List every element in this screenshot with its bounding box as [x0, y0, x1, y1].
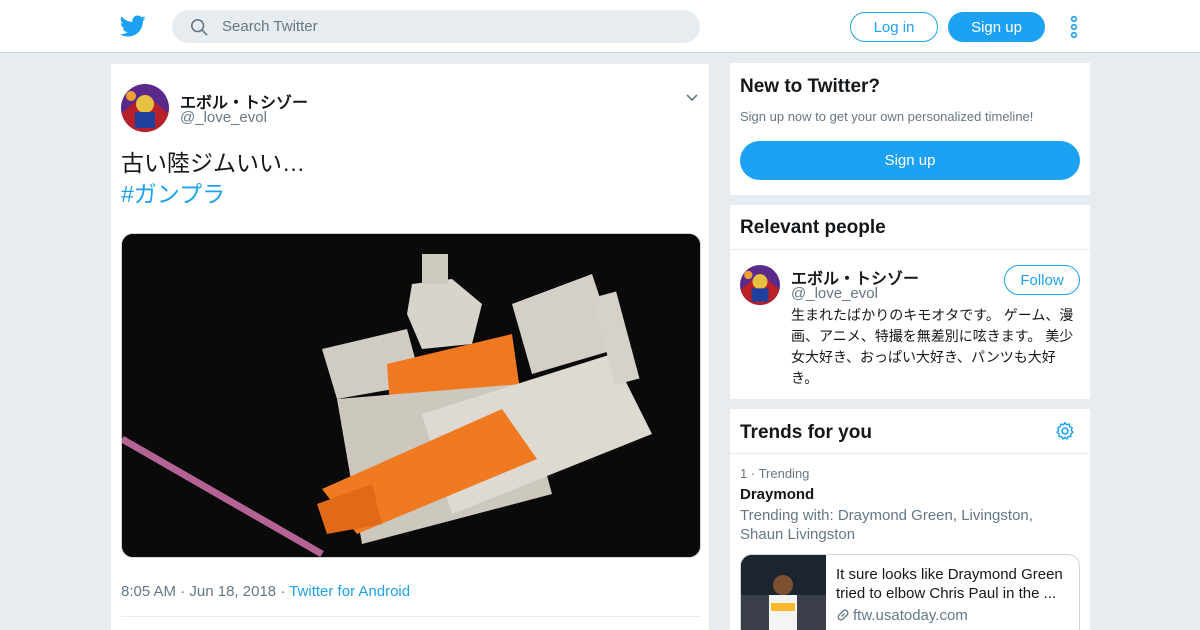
meta-separator: ·	[280, 583, 290, 600]
divider	[121, 616, 701, 617]
tweet-time[interactable]: 8:05 AM	[121, 583, 176, 600]
tweet-card: エボル・トシゾー @_love_evol 古い陸ジムいい… #ガンプラ 8:05…	[110, 63, 710, 630]
new-to-twitter-card: New to Twitter? Sign up now to get your …	[730, 63, 1090, 195]
person-bio: 生まれたばかりのキモオタです。 ゲーム、漫画、アニメ、特撮を無差別に呟きます。 …	[791, 307, 1074, 386]
tweet-photo[interactable]	[121, 233, 701, 558]
gear-icon[interactable]	[1055, 421, 1075, 441]
trend-meta: 1 · Trending	[740, 466, 809, 481]
tweet-meta: 8:05 AM · Jun 18, 2018 · Twitter for And…	[121, 583, 410, 600]
author-avatar[interactable]	[121, 84, 169, 132]
hashtag-link[interactable]: #ガンプラ	[121, 179, 305, 210]
link-icon	[837, 609, 849, 621]
news-domain-text: ftw.usatoday.com	[853, 607, 968, 624]
tweet-source-link[interactable]: Twitter for Android	[289, 583, 410, 600]
top-bar: Log in Sign up	[0, 0, 1200, 53]
card-title: Trends for you	[740, 422, 872, 443]
signup-button[interactable]: Sign up	[948, 12, 1045, 42]
signup-large-button[interactable]: Sign up	[740, 141, 1080, 180]
follow-button[interactable]: Follow	[1004, 265, 1080, 295]
chevron-down-icon[interactable]	[685, 91, 699, 105]
meta-separator: ·	[750, 466, 759, 481]
tweet-body: 古い陸ジムいい…	[121, 150, 305, 176]
trend-rank: 1	[740, 466, 748, 481]
tweet-date[interactable]: Jun 18, 2018	[189, 583, 276, 600]
search-icon	[190, 18, 208, 36]
login-button[interactable]: Log in	[850, 12, 938, 42]
tweet-text: 古い陸ジムいい… #ガンプラ	[121, 148, 305, 210]
more-options-icon[interactable]	[1068, 15, 1080, 39]
news-domain[interactable]: ftw.usatoday.com	[836, 607, 968, 624]
news-card[interactable]: It sure looks like Draymond Green tried …	[740, 554, 1080, 630]
card-title: New to Twitter?	[740, 76, 881, 97]
card-title: Relevant people	[740, 217, 886, 238]
news-thumbnail	[741, 555, 826, 630]
twitter-bird-icon[interactable]	[120, 13, 146, 39]
relevant-people-card: Relevant people エボル・トシゾー @_love_evol Fol…	[730, 205, 1090, 399]
trend-name[interactable]: Draymond	[740, 486, 814, 503]
person-avatar[interactable]	[740, 265, 780, 305]
author-handle[interactable]: @_love_evol	[180, 109, 267, 126]
divider	[730, 249, 1090, 250]
trends-card: Trends for you 1 · Trending Draymond Tre…	[730, 409, 1090, 630]
news-headline[interactable]: It sure looks like Draymond Green tried …	[836, 565, 1076, 603]
divider	[730, 453, 1090, 454]
person-handle[interactable]: @_love_evol	[791, 285, 878, 302]
search-input[interactable]	[222, 10, 682, 43]
trend-category: Trending	[758, 466, 810, 481]
trending-with: Trending with: Draymond Green, Livingsto…	[740, 507, 1033, 543]
meta-separator: ·	[180, 583, 190, 600]
card-subtitle: Sign up now to get your own personalized…	[740, 109, 1034, 124]
